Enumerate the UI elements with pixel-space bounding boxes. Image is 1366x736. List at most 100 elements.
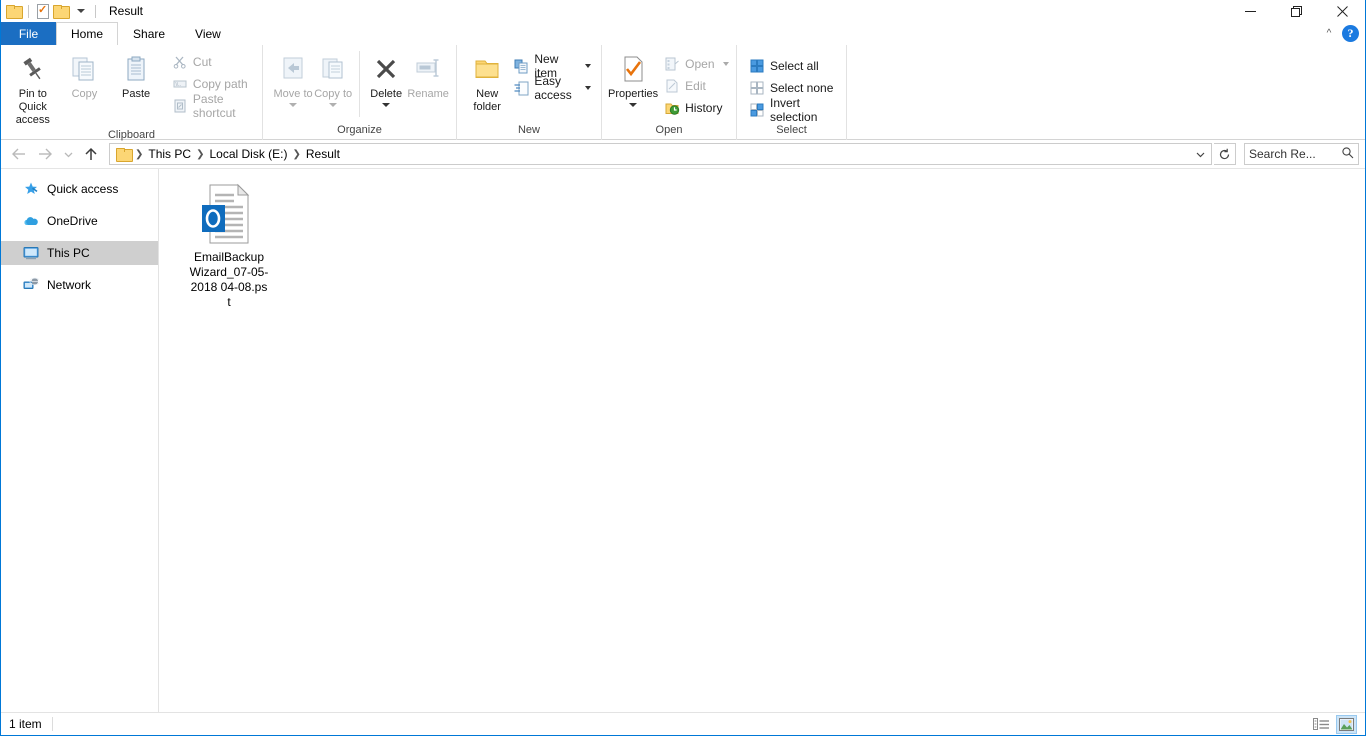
properties-label: Properties <box>608 88 659 100</box>
refresh-button[interactable] <box>1214 143 1236 165</box>
select-all-button[interactable]: Select all <box>745 55 840 77</box>
file-list-view[interactable]: EmailBackupWizard_07-05-2018 04-08.pst <box>159 169 1365 712</box>
select-all-icon <box>749 58 765 74</box>
status-bar: 1 item <box>1 712 1365 735</box>
paste-shortcut-button[interactable]: Paste shortcut <box>168 92 256 120</box>
qat-divider <box>28 4 29 18</box>
list-item[interactable]: EmailBackupWizard_07-05-2018 04-08.pst <box>183 183 275 310</box>
tab-view[interactable]: View <box>180 22 236 45</box>
folder-icon <box>116 147 133 162</box>
copy-to-icon <box>318 53 348 85</box>
breadcrumb[interactable]: ❯ This PC ❯ Local Disk (E:) ❯ Result <box>109 143 1212 165</box>
open-icon <box>664 56 680 72</box>
breadcrumb-separator: ❯ <box>196 148 205 160</box>
copy-to-button[interactable]: Copy to <box>313 49 353 107</box>
tab-home[interactable]: Home <box>56 22 119 45</box>
sidebar-item-label: Quick access <box>47 182 119 196</box>
window-title: Result <box>109 4 144 18</box>
pin-to-quick-access-button[interactable]: Pin to Quick access <box>7 49 59 127</box>
cut-label: Cut <box>192 55 212 69</box>
properties-button[interactable]: Properties <box>608 49 658 107</box>
back-button[interactable] <box>7 142 31 166</box>
view-buttons <box>1311 714 1357 734</box>
ribbon-group-select: Select all Select none Invert selection … <box>737 45 847 140</box>
svg-text:\\..: \\.. <box>175 82 181 88</box>
search-icon <box>1341 146 1354 162</box>
minimize-button[interactable] <box>1227 0 1273 22</box>
edit-button[interactable]: Edit <box>660 75 732 97</box>
search-input[interactable]: Search Re... <box>1244 143 1359 165</box>
explorer-body: Quick access OneDrive This PC Network Em… <box>1 168 1365 712</box>
select-small-commands: Select all Select none Invert selection <box>745 49 840 124</box>
move-to-icon <box>278 53 308 85</box>
restore-button[interactable] <box>1273 0 1319 22</box>
breadcrumb-item-result[interactable]: Result <box>302 147 344 161</box>
cut-button[interactable]: Cut <box>168 51 256 73</box>
navigation-pane: Quick access OneDrive This PC Network <box>1 169 159 712</box>
large-icons-view-button[interactable] <box>1336 714 1357 734</box>
close-button[interactable] <box>1319 0 1365 22</box>
help-icon[interactable]: ? <box>1342 25 1359 42</box>
properties-icon[interactable] <box>36 3 49 19</box>
tab-share[interactable]: Share <box>118 22 180 45</box>
easy-access-button[interactable]: Easy access <box>509 74 595 102</box>
network-icon <box>23 277 39 293</box>
group-label-clipboard: Clipboard <box>107 129 156 141</box>
details-view-button[interactable] <box>1311 715 1332 734</box>
new-item-icon <box>513 58 529 74</box>
folder-icon[interactable] <box>53 4 70 19</box>
properties-icon <box>619 53 647 85</box>
new-folder-label: New folder <box>473 88 501 113</box>
invert-selection-button[interactable]: Invert selection <box>745 96 840 124</box>
breadcrumb-item-local-disk[interactable]: Local Disk (E:) <box>205 147 291 161</box>
paste-button[interactable]: Paste <box>110 49 162 101</box>
sidebar-item-quick-access[interactable]: Quick access <box>1 177 158 201</box>
breadcrumb-item-this-pc[interactable]: This PC <box>144 147 195 161</box>
ribbon-tabs: File Home Share View ^ ? <box>1 22 1365 45</box>
edit-label: Edit <box>685 79 706 93</box>
title-bar: Result <box>1 0 1365 22</box>
forward-button[interactable] <box>33 142 57 166</box>
sidebar-item-network[interactable]: Network <box>1 273 158 297</box>
history-button[interactable]: History <box>660 97 732 119</box>
list-item-label: EmailBackupWizard_07-05-2018 04-08.pst <box>189 250 269 309</box>
open-button[interactable]: Open <box>660 53 732 75</box>
folder-icon[interactable] <box>6 4 23 19</box>
ribbon: Pin to Quick access Copy Paste Cut \\.. … <box>1 45 1365 141</box>
easy-access-label: Easy access <box>534 74 572 102</box>
chevron-down-icon[interactable] <box>1189 144 1211 164</box>
paste-icon <box>121 53 151 85</box>
new-folder-button[interactable]: New folder <box>467 49 507 114</box>
up-button[interactable] <box>79 142 103 166</box>
chevron-down-icon <box>722 62 729 66</box>
edit-icon <box>664 78 680 94</box>
explorer-window: Result File Home Share View <box>0 0 1366 736</box>
history-icon <box>664 100 680 116</box>
cloud-icon <box>23 213 39 229</box>
group-label-open: Open <box>655 124 683 136</box>
qat-customize-button[interactable] <box>72 3 88 19</box>
sidebar-item-this-pc[interactable]: This PC <box>1 241 158 265</box>
ribbon-group-open: Properties Open Edit History Open <box>602 45 737 140</box>
pin-to-quick-access-label: Pin to Quick access <box>15 88 50 126</box>
tab-file[interactable]: File <box>1 22 56 45</box>
sidebar-item-label: Network <box>47 278 92 292</box>
star-pin-icon <box>23 181 39 197</box>
paste-shortcut-label: Paste shortcut <box>192 92 236 120</box>
collapse-ribbon-button[interactable]: ^ <box>1318 24 1340 44</box>
scissors-icon <box>172 54 188 70</box>
delete-button[interactable]: Delete <box>366 49 406 107</box>
rename-icon <box>413 53 443 85</box>
copy-button[interactable]: Copy <box>59 49 111 101</box>
group-label-new: New <box>517 124 540 136</box>
new-small-commands: New item Easy access <box>509 49 595 102</box>
sidebar-item-onedrive[interactable]: OneDrive <box>1 209 158 233</box>
move-to-button[interactable]: Move to <box>273 49 313 107</box>
rename-button[interactable]: Rename <box>406 49 450 101</box>
tab-strip-right: ^ ? <box>1318 22 1365 45</box>
breadcrumb-separator: ❯ <box>135 148 144 160</box>
recent-locations-button[interactable] <box>59 142 77 166</box>
window-controls <box>1227 0 1365 22</box>
delete-label: Delete <box>370 88 403 100</box>
chevron-down-icon <box>77 9 85 13</box>
